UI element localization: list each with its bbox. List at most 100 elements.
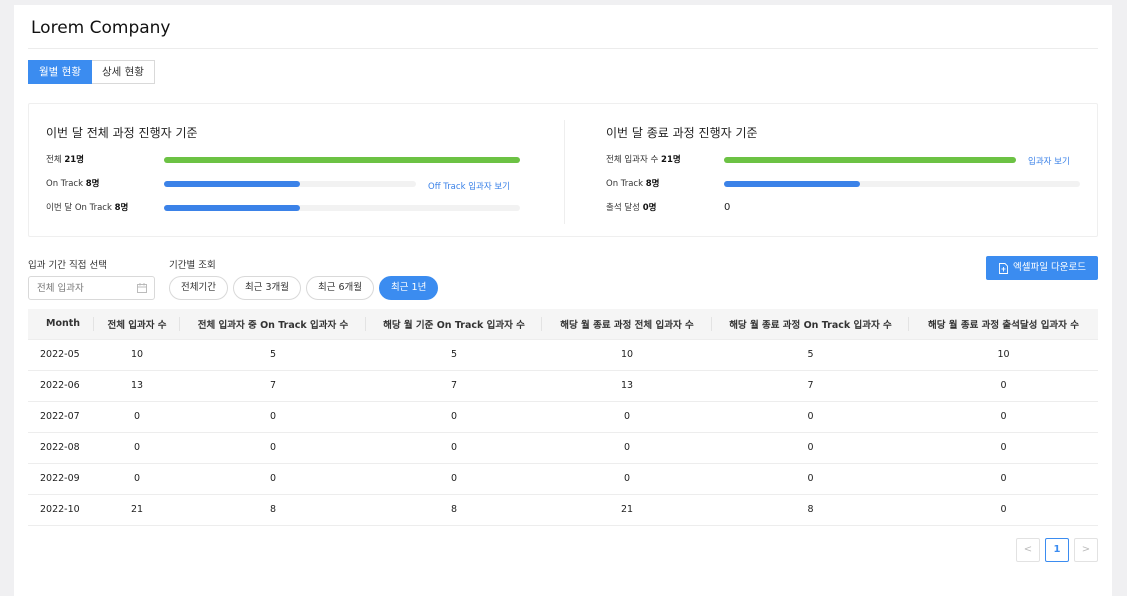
metric-row-on-track: On Track 8명 Off Track 입과자 보기 <box>46 177 526 194</box>
table-row: 2022-07 0 0 0 0 0 0 <box>28 401 1098 433</box>
progress-bar <box>724 181 1080 187</box>
file-icon <box>999 263 1008 274</box>
summary-box: 이번 달 전체 과정 진행자 기준 전체 21명 On Track 8명 Off… <box>28 103 1098 237</box>
count-cell: 10 <box>909 339 1098 371</box>
month-cell: 2022-05 <box>28 339 94 371</box>
page-container: Lorem Company 월별 현황 상세 현황 이번 달 전체 과정 진행자… <box>14 5 1112 596</box>
column-header: 해당 월 종료 과정 출석달성 입과자 수 <box>909 309 1098 340</box>
period-label: 기간별 조회 <box>169 260 216 271</box>
count-cell: 8 <box>712 494 909 526</box>
metric-label: 출석 달성 0명 <box>606 203 657 213</box>
count-cell: 21 <box>542 494 712 526</box>
panel-title: 이번 달 종료 과정 진행자 기준 <box>606 126 758 140</box>
month-cell: 2022-06 <box>28 370 94 402</box>
progress-fill <box>164 157 520 163</box>
metric-row-attendance: 출석 달성 0명 0 <box>606 201 1086 215</box>
monthly-table: Month 전체 입과자 수 전체 입과자 중 On Track 입과자 수 해당 월… <box>28 309 1098 526</box>
count-cell: 21 <box>94 494 180 526</box>
count-cell: 0 <box>712 401 909 433</box>
table-row: 2022-05 10 5 5 10 5 10 <box>28 339 1098 371</box>
column-header: 전체 입과자 중 On Track 입과자 수 <box>180 309 366 340</box>
count-cell: 10 <box>542 339 712 371</box>
pagination: < 1 > <box>1016 538 1098 562</box>
count-cell: 13 <box>542 370 712 402</box>
count-cell: 0 <box>366 432 542 464</box>
metric-label: On Track 8명 <box>46 179 100 189</box>
count-cell: 0 <box>909 432 1098 464</box>
next-page-button[interactable]: > <box>1074 538 1098 562</box>
count-cell: 0 <box>180 463 366 495</box>
count-cell: 0 <box>366 401 542 433</box>
tab-bar: 월별 현황 상세 현황 <box>28 60 155 84</box>
count-cell: 0 <box>712 432 909 464</box>
title-divider <box>28 48 1098 49</box>
enrollee-link[interactable]: 입과자 보기 <box>1028 155 1070 169</box>
month-cell: 2022-10 <box>28 494 94 526</box>
count-cell: 0 <box>909 370 1098 402</box>
date-range-label: 입과 기간 직접 선택 <box>28 260 107 271</box>
count-cell: 0 <box>94 463 180 495</box>
metric-label: 전체 21명 <box>46 155 84 165</box>
summary-divider <box>564 120 565 224</box>
tab-monthly[interactable]: 월별 현황 <box>28 60 92 84</box>
period-3m-button[interactable]: 최근 3개월 <box>232 276 301 300</box>
count-cell: 7 <box>366 370 542 402</box>
metric-row-month-on-track: 이번 달 On Track 8명 <box>46 201 526 215</box>
metric-label: 이번 달 On Track 8명 <box>46 203 129 213</box>
prev-page-button[interactable]: < <box>1016 538 1040 562</box>
period-1y-button[interactable]: 최근 1년 <box>379 276 439 300</box>
excel-download-button[interactable]: 엑셀파일 다운로드 <box>986 256 1098 280</box>
metric-label: 전체 입과자 수 21명 <box>606 155 681 165</box>
period-6m-button[interactable]: 최근 6개월 <box>306 276 375 300</box>
calendar-icon[interactable] <box>137 283 147 293</box>
metric-row-total: 전체 21명 <box>46 153 526 167</box>
column-header: Month <box>28 309 94 340</box>
table-row: 2022-09 0 0 0 0 0 0 <box>28 463 1098 495</box>
count-cell: 8 <box>366 494 542 526</box>
progress-fill <box>164 205 300 211</box>
count-cell: 0 <box>366 463 542 495</box>
count-cell: 5 <box>712 339 909 371</box>
count-cell: 7 <box>712 370 909 402</box>
column-header: 전체 입과자 수 <box>94 309 180 340</box>
table-row: 2022-08 0 0 0 0 0 0 <box>28 432 1098 464</box>
count-cell: 5 <box>366 339 542 371</box>
page-1-button[interactable]: 1 <box>1045 538 1069 562</box>
column-header: 해당 월 종료 과정 On Track 입과자 수 <box>712 309 909 340</box>
month-cell: 2022-09 <box>28 463 94 495</box>
count-cell: 0 <box>542 463 712 495</box>
progress-bar <box>164 205 520 211</box>
progress-fill <box>164 181 300 187</box>
count-cell: 10 <box>94 339 180 371</box>
table-body: 2022-05 10 5 5 10 5 10 2022-06 13 7 7 13 7 0 2022-07 0 0… <box>28 339 1098 526</box>
table-header-row: Month 전체 입과자 수 전체 입과자 중 On Track 입과자 수 해당 월… <box>28 309 1098 340</box>
count-cell: 7 <box>180 370 366 402</box>
table-row: 2022-06 13 7 7 13 7 0 <box>28 370 1098 402</box>
count-cell: 0 <box>180 401 366 433</box>
progress-fill <box>724 181 860 187</box>
tab-detail[interactable]: 상세 현황 <box>91 60 155 84</box>
progress-fill <box>724 157 1016 163</box>
count-cell: 0 <box>94 432 180 464</box>
progress-bar <box>724 157 1016 163</box>
date-range-input[interactable] <box>28 276 155 300</box>
count-cell: 13 <box>94 370 180 402</box>
panel-title: 이번 달 전체 과정 진행자 기준 <box>46 126 198 140</box>
progress-bar <box>164 181 416 187</box>
table-row: 2022-10 21 8 8 21 8 0 <box>28 494 1098 526</box>
count-cell: 0 <box>909 463 1098 495</box>
count-cell: 0 <box>542 432 712 464</box>
count-cell: 0 <box>180 432 366 464</box>
count-cell: 0 <box>94 401 180 433</box>
count-cell: 0 <box>712 463 909 495</box>
count-cell: 5 <box>180 339 366 371</box>
off-track-link[interactable]: Off Track 입과자 보기 <box>428 180 510 194</box>
period-filter-group: 전체기간 최근 3개월 최근 6개월 최근 1년 <box>169 276 439 300</box>
month-cell: 2022-07 <box>28 401 94 433</box>
count-cell: 0 <box>542 401 712 433</box>
count-cell: 0 <box>909 401 1098 433</box>
progress-bar <box>164 157 520 163</box>
metric-row-on-track: On Track 8명 <box>606 177 1086 191</box>
count-cell: 8 <box>180 494 366 526</box>
period-all-button[interactable]: 전체기간 <box>169 276 228 300</box>
